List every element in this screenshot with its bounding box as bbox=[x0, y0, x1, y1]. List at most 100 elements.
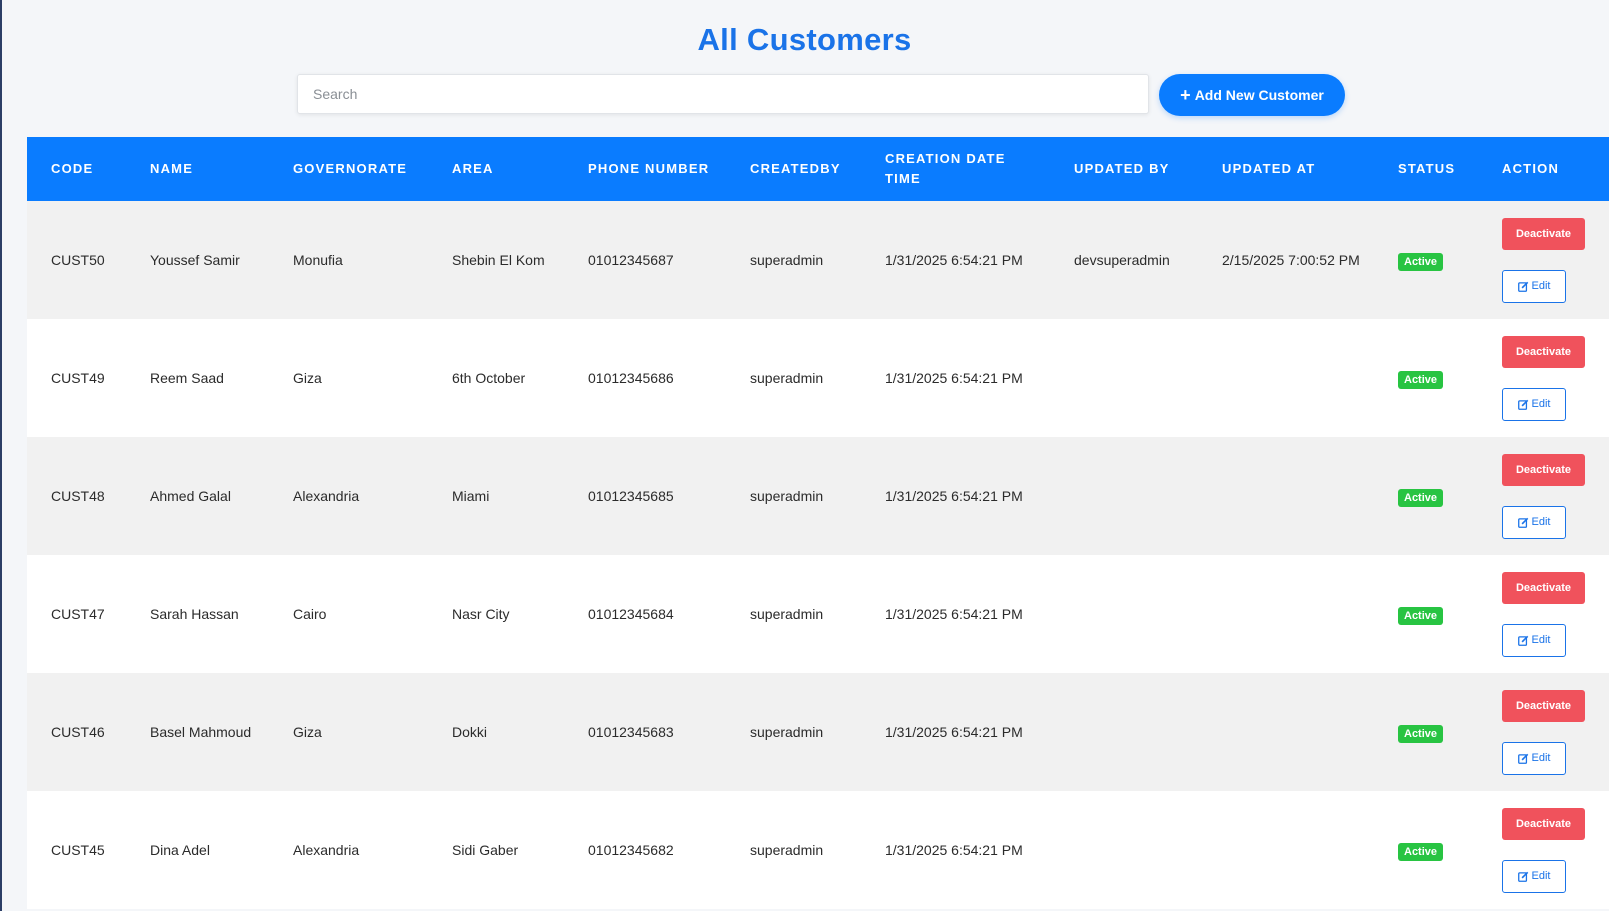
search-input[interactable] bbox=[297, 74, 1149, 114]
status-badge: Active bbox=[1398, 842, 1444, 861]
cell-updated-at bbox=[1198, 555, 1374, 673]
edit-label: Edit bbox=[1531, 398, 1551, 410]
edit-button[interactable]: Edit bbox=[1502, 859, 1566, 893]
page-title: All Customers bbox=[697, 22, 912, 57]
column-header-governorate[interactable]: GOVERNORATE bbox=[269, 137, 428, 201]
cell-creation-date-time: 1/31/2025 6:54:21 PM bbox=[885, 487, 1023, 504]
cell-area: Sidi Gaber bbox=[452, 841, 519, 858]
cell-governorate: Alexandria bbox=[293, 841, 360, 858]
cell-created-by: superadmin bbox=[750, 605, 824, 622]
cell-code: CUST45 bbox=[51, 841, 105, 858]
cell-status: Active bbox=[1374, 791, 1478, 909]
cell-name: Reem Saad bbox=[150, 369, 224, 386]
deactivate-button[interactable]: Deactivate bbox=[1502, 453, 1585, 486]
deactivate-button[interactable]: Deactivate bbox=[1502, 689, 1585, 722]
customers-table-container: CODE NAME GOVERNORATE AREA PHONE NUMBER … bbox=[27, 137, 1609, 909]
window-left-edge bbox=[0, 0, 2, 911]
column-header-created-by[interactable]: CREATEDBY bbox=[726, 137, 861, 201]
cell-updated-by bbox=[1050, 673, 1198, 791]
column-header-action: ACTION bbox=[1502, 161, 1560, 176]
plus-icon: + bbox=[1180, 85, 1191, 105]
deactivate-button[interactable]: Deactivate bbox=[1502, 807, 1585, 840]
cell-action: Deactivate Edit bbox=[1478, 201, 1609, 319]
cell-governorate: Monufia bbox=[293, 251, 343, 268]
edit-button[interactable]: Edit bbox=[1502, 505, 1566, 539]
edit-button[interactable]: Edit bbox=[1502, 269, 1566, 303]
edit-icon bbox=[1517, 635, 1528, 646]
column-header-updated-by[interactable]: UPDATED BY bbox=[1050, 137, 1198, 201]
column-header-status[interactable]: STATUS bbox=[1374, 137, 1478, 201]
edit-icon bbox=[1517, 753, 1528, 764]
table-row: CUST48 Ahmed Galal Alexandria Miami 0101… bbox=[27, 437, 1609, 555]
table-row: CUST45 Dina Adel Alexandria Sidi Gaber 0… bbox=[27, 791, 1609, 909]
add-new-customer-button[interactable]: + Add New Customer bbox=[1159, 74, 1345, 116]
column-header-name[interactable]: NAME bbox=[126, 137, 269, 201]
edit-label: Edit bbox=[1531, 752, 1551, 764]
cell-governorate: Giza bbox=[293, 723, 322, 740]
cell-updated-by bbox=[1050, 555, 1198, 673]
cell-governorate: Cairo bbox=[293, 605, 327, 622]
cell-phone-number: 01012345687 bbox=[588, 251, 674, 268]
table-row: CUST46 Basel Mahmoud Giza Dokki 01012345… bbox=[27, 673, 1609, 791]
cell-creation-date-time: 1/31/2025 6:54:21 PM bbox=[885, 251, 1023, 268]
cell-status: Active bbox=[1374, 201, 1478, 319]
cell-updated-at bbox=[1198, 791, 1374, 909]
cell-phone-number: 01012345686 bbox=[588, 369, 674, 386]
cell-area: Shebin El Kom bbox=[452, 251, 545, 268]
cell-code: CUST47 bbox=[51, 605, 105, 622]
cell-action: Deactivate Edit bbox=[1478, 791, 1609, 909]
edit-button[interactable]: Edit bbox=[1502, 623, 1566, 657]
deactivate-button[interactable]: Deactivate bbox=[1502, 335, 1585, 368]
edit-label: Edit bbox=[1531, 634, 1551, 646]
cell-status: Active bbox=[1374, 673, 1478, 791]
cell-created-by: superadmin bbox=[750, 369, 824, 386]
status-badge: Active bbox=[1398, 488, 1444, 507]
cell-phone-number: 01012345683 bbox=[588, 723, 674, 740]
cell-updated-by: devsuperadmin bbox=[1074, 251, 1170, 268]
status-badge: Active bbox=[1398, 606, 1444, 625]
cell-name: Ahmed Galal bbox=[150, 487, 231, 504]
edit-label: Edit bbox=[1531, 870, 1551, 882]
column-header-area[interactable]: AREA bbox=[428, 137, 564, 201]
column-header-updated-at[interactable]: UPDATED AT bbox=[1198, 137, 1374, 201]
cell-updated-by bbox=[1050, 437, 1198, 555]
cell-area: 6th October bbox=[452, 369, 526, 386]
cell-creation-date-time: 1/31/2025 6:54:21 PM bbox=[885, 723, 1023, 740]
column-header-creation-date-time[interactable]: CREATION DATE TIME bbox=[861, 137, 1050, 201]
cell-updated-at bbox=[1198, 437, 1374, 555]
column-header-code[interactable]: CODE bbox=[27, 137, 126, 201]
edit-icon bbox=[1517, 281, 1528, 292]
cell-phone-number: 01012345685 bbox=[588, 487, 674, 504]
cell-area: Dokki bbox=[452, 723, 488, 740]
edit-button[interactable]: Edit bbox=[1502, 387, 1566, 421]
table-row: CUST47 Sarah Hassan Cairo Nasr City 0101… bbox=[27, 555, 1609, 673]
cell-action: Deactivate Edit bbox=[1478, 555, 1609, 673]
status-badge: Active bbox=[1398, 370, 1444, 389]
add-new-customer-label: Add New Customer bbox=[1194, 87, 1324, 103]
cell-area: Miami bbox=[452, 487, 490, 504]
cell-created-by: superadmin bbox=[750, 487, 824, 504]
edit-button[interactable]: Edit bbox=[1502, 741, 1566, 775]
cell-code: CUST49 bbox=[51, 369, 105, 386]
column-header-phone-number[interactable]: PHONE NUMBER bbox=[564, 137, 726, 201]
table-body: CUST50 Youssef Samir Monufia Shebin El K… bbox=[27, 201, 1609, 909]
cell-status: Active bbox=[1374, 555, 1478, 673]
deactivate-button[interactable]: Deactivate bbox=[1502, 571, 1585, 604]
cell-creation-date-time: 1/31/2025 6:54:21 PM bbox=[885, 841, 1023, 858]
cell-phone-number: 01012345684 bbox=[588, 605, 674, 622]
deactivate-button[interactable]: Deactivate bbox=[1502, 217, 1585, 250]
cell-name: Youssef Samir bbox=[150, 251, 240, 268]
cell-name: Dina Adel bbox=[150, 841, 210, 858]
cell-creation-date-time: 1/31/2025 6:54:21 PM bbox=[885, 369, 1023, 386]
status-badge: Active bbox=[1398, 724, 1444, 743]
cell-action: Deactivate Edit bbox=[1478, 319, 1609, 437]
cell-updated-at bbox=[1198, 319, 1374, 437]
cell-updated-at: 2/15/2025 7:00:52 PM bbox=[1222, 251, 1360, 268]
edit-label: Edit bbox=[1531, 280, 1551, 292]
cell-updated-by bbox=[1050, 791, 1198, 909]
cell-governorate: Giza bbox=[293, 369, 322, 386]
edit-icon bbox=[1517, 399, 1528, 410]
cell-governorate: Alexandria bbox=[293, 487, 360, 504]
table-row: CUST50 Youssef Samir Monufia Shebin El K… bbox=[27, 201, 1609, 319]
cell-code: CUST48 bbox=[51, 487, 105, 504]
